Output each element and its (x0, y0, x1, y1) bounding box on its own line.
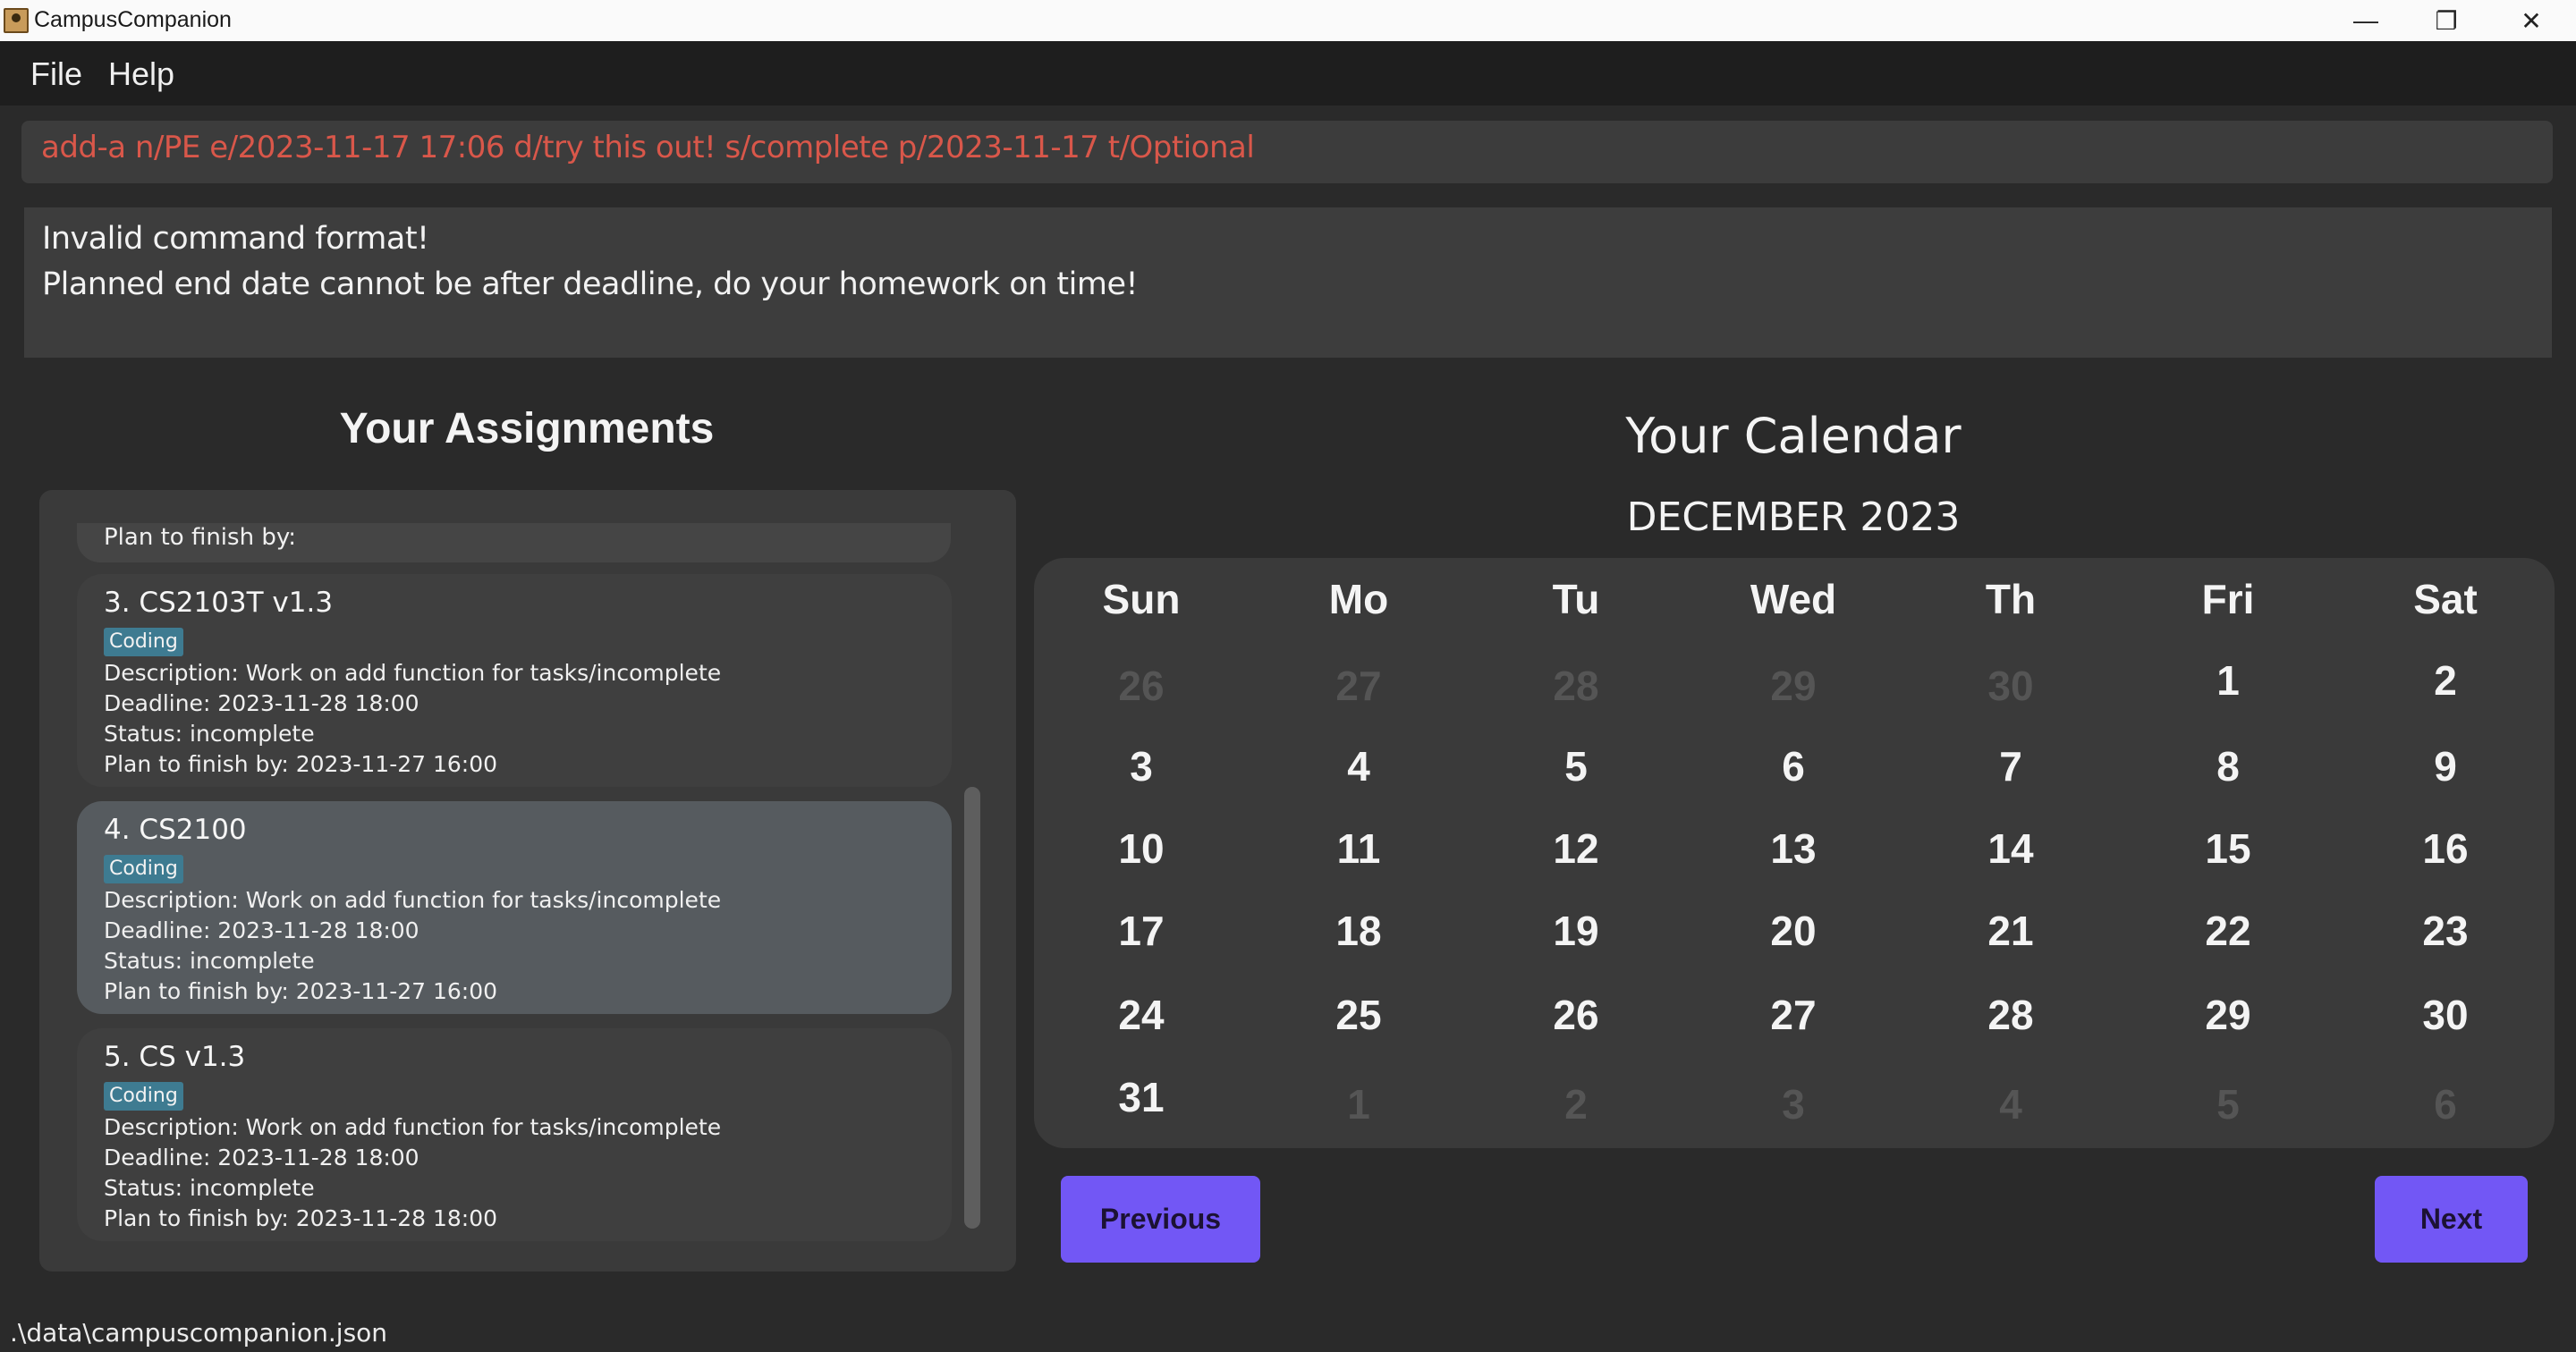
calendar-day: 6 (1782, 743, 1805, 790)
calendar-day: 21 (1987, 908, 2034, 954)
calendar-day: 26 (1553, 992, 1599, 1038)
menu-file[interactable]: File (30, 55, 82, 93)
command-input-value[interactable]: add-a n/PE e/2023-11-17 17:06 d/try this… (41, 130, 1255, 165)
calendar-day: 3 (1130, 743, 1153, 790)
calendar-day: 29 (2205, 992, 2251, 1038)
minimize-icon[interactable]: — (2326, 0, 2406, 41)
card-status: Status: incomplete (104, 948, 315, 974)
card-description: Description: Work on add function for ta… (104, 660, 722, 686)
menu-help[interactable]: Help (108, 55, 174, 93)
calendar-day: 12 (1553, 825, 1599, 872)
calendar-day-name: Th (1985, 576, 2037, 622)
calendar-day: 9 (2434, 743, 2457, 790)
calendar-day: 28 (1987, 992, 2034, 1038)
window-title: CampusCompanion (34, 7, 232, 32)
calendar-day-outside-month: 2 (1564, 1081, 1588, 1128)
calendar-day-outside-month: 5 (2216, 1081, 2240, 1128)
calendar-day-outside-month: 6 (2434, 1081, 2457, 1128)
title-bar (0, 0, 2576, 41)
card-plan: Plan to finish by: 2023-11-28 18:00 (104, 1205, 498, 1231)
card-plan-line: Plan to finish by: (104, 524, 297, 551)
calendar-day-outside-month: 29 (1770, 663, 1817, 709)
calendar-day-name: Wed (1750, 576, 1837, 622)
calendar-day: 31 (1118, 1074, 1165, 1120)
assignment-list-scrollbar[interactable] (964, 787, 980, 1229)
card-deadline: Deadline: 2023-11-28 18:00 (104, 1145, 419, 1170)
calendar-day: 14 (1987, 825, 2034, 872)
card-deadline: Deadline: 2023-11-28 18:00 (104, 690, 419, 716)
calendar-day-name: Sun (1102, 576, 1181, 622)
calendar-day-name: Fri (2201, 576, 2255, 622)
calendar-day: 4 (1347, 743, 1370, 790)
calendar-month-label: DECEMBER 2023 (1626, 494, 1961, 540)
calendar-day: 7 (1999, 743, 2022, 790)
calendar-day: 8 (2216, 743, 2240, 790)
card-title: 5. CS v1.3 (104, 1041, 246, 1073)
card-tag: Coding (104, 1082, 183, 1111)
card-title: 3. CS2103T v1.3 (104, 587, 334, 619)
card-plan: Plan to finish by: 2023-11-27 16:00 (104, 751, 498, 777)
calendar-day-outside-month: 3 (1782, 1081, 1805, 1128)
calendar-day: 5 (1564, 743, 1588, 790)
calendar-day-name: Mo (1328, 576, 1389, 622)
calendar-day-outside-month: 27 (1335, 663, 1382, 709)
calendar-day-outside-month: 4 (1999, 1081, 2022, 1128)
calendar-day: 30 (2422, 992, 2469, 1038)
calendar-day: 16 (2422, 825, 2469, 872)
calendar-day-name: Sat (2413, 576, 2478, 622)
previous-month-button[interactable]: Previous (1061, 1176, 1260, 1263)
assignments-heading: Your Assignments (339, 405, 715, 452)
card-status: Status: incomplete (104, 721, 315, 747)
calendar-day: 19 (1553, 908, 1599, 954)
result-message-line: Planned end date cannot be after deadlin… (42, 266, 1139, 302)
calendar-day: 22 (2205, 908, 2251, 954)
calendar-day: 11 (1336, 825, 1381, 872)
calendar-day: 20 (1770, 908, 1817, 954)
card-tag: Coding (104, 628, 183, 656)
calendar-day: 1 (2216, 657, 2240, 704)
calendar-day: 18 (1335, 908, 1382, 954)
calendar-day: 17 (1118, 908, 1165, 954)
calendar-day: 25 (1335, 992, 1382, 1038)
card-status: Status: incomplete (104, 1175, 315, 1201)
calendar-day-outside-month: 26 (1118, 663, 1165, 709)
calendar-day-name: Tu (1552, 576, 1600, 622)
app-icon (4, 8, 29, 33)
calendar-day: 24 (1118, 992, 1165, 1038)
card-plan: Plan to finish by: 2023-11-27 16:00 (104, 978, 498, 1004)
card-title: 4. CS2100 (104, 814, 247, 846)
card-deadline: Deadline: 2023-11-28 18:00 (104, 917, 419, 943)
calendar-day-outside-month: 30 (1987, 663, 2034, 709)
card-tag: Coding (104, 855, 183, 883)
calendar-day: 13 (1770, 825, 1817, 872)
menu-bar (0, 41, 2576, 106)
close-icon[interactable]: ✕ (2491, 0, 2572, 41)
calendar-day: 2 (2434, 657, 2457, 704)
calendar-day-outside-month: 28 (1553, 663, 1599, 709)
status-bar-file-path: .\data\campuscompanion.json (10, 1318, 388, 1348)
card-description: Description: Work on add function for ta… (104, 1114, 722, 1140)
calendar-heading: Your Calendar (1625, 408, 1962, 464)
result-message-line: Invalid command format! (42, 221, 429, 257)
calendar-day: 23 (2422, 908, 2469, 954)
calendar-day-outside-month: 1 (1347, 1081, 1370, 1128)
calendar-day: 10 (1118, 825, 1165, 872)
next-month-button[interactable]: Next (2375, 1176, 2528, 1263)
calendar-day: 15 (2205, 825, 2251, 872)
calendar-day: 27 (1770, 992, 1817, 1038)
card-description: Description: Work on add function for ta… (104, 887, 722, 913)
maximize-icon[interactable]: ❐ (2406, 0, 2487, 41)
